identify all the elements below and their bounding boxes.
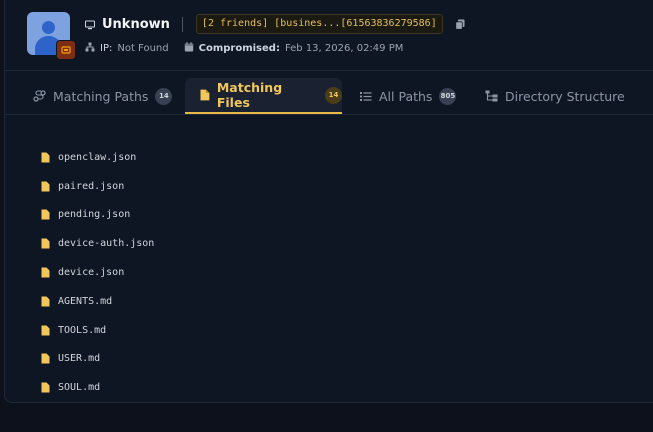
tab-directory-structure[interactable]: Directory Structure	[485, 78, 625, 114]
file-icon	[41, 353, 50, 364]
count-badge: 14	[325, 86, 342, 104]
header-divider	[5, 70, 653, 71]
file-name: device-auth.json	[58, 238, 155, 250]
count-badge: 805	[439, 87, 457, 105]
profile-tag: [2 friends] [busines...[61563836279586]	[195, 14, 443, 34]
monitor-icon	[85, 15, 95, 34]
tab-label: All Paths	[379, 88, 433, 104]
tab-divider	[5, 114, 653, 115]
list-item[interactable]: TOOLS.md	[41, 316, 154, 345]
file-icon	[41, 382, 50, 393]
file-icon	[41, 296, 50, 307]
list-icon	[360, 91, 372, 101]
file-name: SOUL.md	[58, 382, 101, 394]
file-list: openclaw.json paired.json pending.json d…	[41, 143, 154, 402]
calendar-icon	[184, 41, 194, 55]
browser-badge-icon	[56, 40, 76, 60]
file-name: paired.json	[58, 180, 125, 192]
profile-name: Unknown	[102, 16, 170, 32]
tab-label: Matching Files	[216, 80, 283, 110]
list-item[interactable]: openclaw.json	[41, 143, 154, 172]
divider	[181, 16, 183, 32]
route-icon	[33, 90, 46, 102]
file-icon	[41, 152, 50, 163]
sitemap-icon	[485, 90, 498, 102]
tab-label: Matching Paths	[53, 88, 149, 104]
tab-label: Directory Structure	[505, 88, 625, 104]
file-name: device.json	[58, 267, 125, 279]
list-item[interactable]: device-auth.json	[41, 229, 154, 258]
file-icon	[41, 209, 50, 220]
count-badge: 14	[155, 87, 173, 105]
list-item[interactable]: USER.md	[41, 345, 154, 374]
tab-matching-paths[interactable]: Matching Paths 14	[33, 78, 173, 114]
file-name: TOOLS.md	[58, 324, 107, 336]
tab-all-paths[interactable]: All Paths 805	[360, 78, 457, 114]
file-name: AGENTS.md	[58, 295, 113, 307]
profile-panel: Unknown [2 friends] [busines...[61563836…	[4, 0, 653, 403]
list-item[interactable]: SOUL.md	[41, 373, 154, 402]
file-name: USER.md	[58, 353, 101, 365]
list-item[interactable]: AGENTS.md	[41, 287, 154, 316]
list-item[interactable]: pending.json	[41, 201, 154, 230]
compromised-label: Compromised:	[198, 42, 280, 54]
network-icon	[85, 42, 95, 55]
copy-icon[interactable]	[455, 15, 466, 34]
file-icon	[41, 267, 50, 278]
ip-value: Not Found	[117, 42, 169, 54]
compromised-date: Feb 13, 2026, 02:49 PM	[284, 42, 404, 54]
identity-row: Unknown [2 friends] [busines...[61563836…	[85, 14, 466, 34]
file-icon	[41, 325, 50, 336]
file-icon	[41, 238, 50, 249]
file-name: openclaw.json	[58, 151, 137, 163]
ip-label: IP:	[100, 42, 113, 54]
list-item[interactable]: device.json	[41, 258, 154, 287]
file-icon	[200, 89, 210, 101]
tab-bar: Matching Paths 14 Matching Files 14 All …	[5, 78, 653, 114]
tab-matching-files[interactable]: Matching Files 14	[185, 78, 342, 114]
file-name: pending.json	[58, 209, 131, 221]
list-item[interactable]: paired.json	[41, 172, 154, 201]
file-icon	[41, 181, 50, 192]
meta-row: IP: Not Found Compromised: Feb 13, 2026,…	[85, 40, 403, 56]
